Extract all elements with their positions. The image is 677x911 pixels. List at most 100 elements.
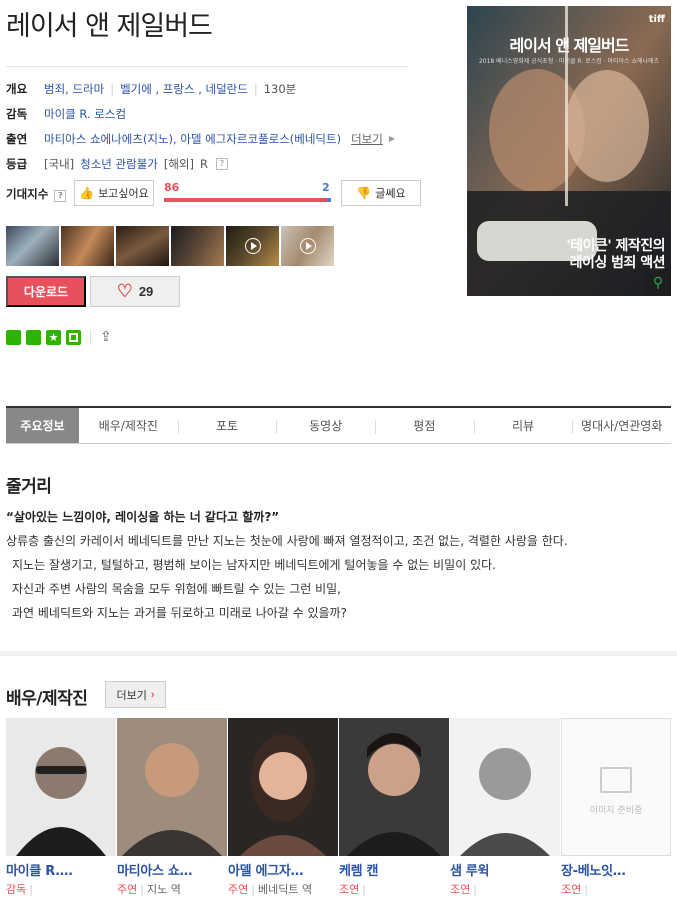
poster-tagline: '테이큰' 제작진의 레이싱 범죄 액션: [566, 238, 665, 271]
cafe-icon[interactable]: [26, 329, 41, 345]
genre-link[interactable]: 범죄, 드라마: [44, 81, 104, 97]
play-icon: [244, 238, 261, 254]
cast-photo[interactable]: [228, 718, 338, 856]
cast-role: 조연 |: [561, 883, 588, 896]
cast-photo[interactable]: [339, 718, 449, 856]
want-count: 86: [164, 181, 180, 194]
chevron-right-icon: ▶: [388, 134, 395, 143]
director-link[interactable]: 마이클 R. 로스컴: [44, 106, 126, 122]
still-thumbnail[interactable]: [6, 226, 59, 266]
video-thumbnail[interactable]: [226, 226, 279, 266]
synopsis-quote: “살아있는 느낌이야, 레이싱을 하는 너 같다고 할까?”: [6, 510, 280, 524]
tab-cast-crew[interactable]: 배우/제작진: [79, 408, 178, 443]
rating-domestic[interactable]: 청소년 관람불가: [80, 156, 158, 172]
info-rating: 등급 [국내] 청소년 관람불가 [해외] R ?: [6, 151, 426, 176]
still-thumbnail[interactable]: [116, 226, 169, 266]
synopsis-line: 과연 베네딕트와 지노는 과거를 뒤로하고 미래로 나아갈 수 있을까?: [12, 606, 347, 620]
synopsis-line: 자신과 주변 사람의 목숨을 모두 위험에 빠트릴 수 있는 그런 비밀,: [12, 582, 342, 596]
section-tabs: 주요정보 배우/제작진 포토 동영상 평점 리뷰 명대사/연관영화: [6, 406, 671, 444]
synopsis-line: 상류층 출신의 카레이서 베네딕트를 만난 지노는 첫눈에 사랑에 빠져 열정적…: [6, 534, 568, 548]
want-to-see-button[interactable]: 👍 보고싶어요: [74, 180, 154, 206]
section-divider: [0, 651, 677, 656]
not-sure-button[interactable]: 👎 글쎄요: [341, 180, 421, 206]
rating-foreign: R: [200, 156, 208, 171]
tab-quotes-related[interactable]: 명대사/연관영화: [572, 408, 671, 443]
blog-icon[interactable]: [6, 329, 21, 345]
chevron-right-icon: ›: [150, 688, 155, 701]
poster-title: 레이서 앤 제일버드: [509, 36, 630, 55]
help-icon[interactable]: ?: [216, 157, 228, 170]
share-bar: ★ ⇪: [6, 329, 112, 345]
cast-role: 감독 |: [6, 883, 33, 896]
synopsis-text: “살아있는 느낌이야, 레이싱을 하는 너 같다고 할까?” 상류층 출신의 카…: [6, 505, 671, 625]
still-thumbnail[interactable]: [171, 226, 224, 266]
expectation-bar-fill: [164, 198, 328, 202]
cast-item[interactable]: 아델 에그자… 주연 | 베네딕트 역: [228, 718, 338, 897]
poster-credits: 2018 베니스영화제 공식초청 · 마이클 R. 로스컴 · 마티아스 쇼에나…: [478, 58, 660, 65]
still-thumbnail[interactable]: [61, 226, 114, 266]
tab-main-info[interactable]: 주요정보: [6, 408, 79, 443]
like-count: 29: [138, 284, 154, 299]
cast-name[interactable]: 마이클 R.…: [6, 860, 116, 879]
country-link[interactable]: 벨기에 , 프랑스 , 네덜란드: [120, 81, 248, 97]
cast-heading: 배우/제작진: [6, 689, 88, 709]
star-icon[interactable]: ★: [46, 329, 61, 345]
synopsis-heading: 줄거리: [6, 477, 52, 497]
cast-name[interactable]: 아델 에그자…: [228, 860, 338, 879]
heart-icon: ♡: [116, 281, 133, 301]
rating-domestic-prefix: [국내]: [44, 156, 75, 171]
video-thumbnail[interactable]: [281, 226, 334, 266]
no-image-text: 이미지 준비중: [589, 806, 643, 816]
download-button[interactable]: 다운로드: [6, 276, 86, 307]
cast-role: 주연 | 베네딕트 역: [228, 883, 313, 896]
cast-name[interactable]: 샘 루윅: [450, 860, 560, 879]
info-director: 감독 마이클 R. 로스컴: [6, 101, 426, 126]
thumbs-down-icon: 👎: [356, 186, 372, 200]
help-icon[interactable]: ?: [54, 190, 67, 202]
thumbs-up-icon: 👍: [79, 186, 95, 200]
rating-foreign-prefix: [해외]: [163, 156, 194, 171]
cast-label: 출연: [6, 131, 28, 146]
tab-video[interactable]: 동영상: [276, 408, 375, 443]
tab-review[interactable]: 리뷰: [473, 408, 573, 443]
cast-name[interactable]: 케렘 캔: [339, 860, 449, 879]
cast-item[interactable]: 마이클 R.… 감독 |: [6, 718, 116, 897]
movie-info: 개요 범죄, 드라마 | 벨기에 , 프랑스 , 네덜란드 | 130분 감독 …: [6, 76, 426, 176]
poster-tiff-logo: tiff: [648, 14, 665, 25]
tab-photo[interactable]: 포토: [177, 408, 277, 443]
overview-label: 개요: [6, 81, 28, 96]
still-thumbnails: [6, 226, 334, 266]
cast-item[interactable]: 이미지 준비중 장-베노잇… 조연 |: [561, 718, 671, 897]
no-count: 2: [322, 181, 330, 194]
cast-more-link[interactable]: 더보기: [351, 131, 383, 147]
cast-more-button[interactable]: 더보기 ›: [105, 681, 166, 708]
zoom-icon[interactable]: ⚲: [645, 270, 671, 296]
director-label: 감독: [6, 106, 28, 121]
synopsis-line: 지노는 잘생기고, 털털하고, 평범해 보이는 남자지만 베네딕트에게 털어놓을…: [12, 558, 496, 572]
cast-list: 마이클 R.… 감독 | 마티아스 쇼… 주연 | 지노 역 아델 에그자… 주연 | 베…: [6, 718, 671, 897]
cast-role: 주연 | 지노 역: [117, 883, 181, 896]
cast-name[interactable]: 장-베노잇…: [561, 860, 671, 879]
like-button[interactable]: ♡ 29: [90, 276, 180, 307]
page-title: 레이서 앤 제일버드: [6, 11, 213, 42]
cast-role: 조연 |: [450, 883, 477, 896]
cast-item[interactable]: 케렘 캔 조연 |: [339, 718, 449, 897]
cast-photo[interactable]: [117, 718, 227, 856]
cast-role: 조연 |: [339, 883, 366, 896]
cast-photo-placeholder[interactable]: 이미지 준비중: [561, 718, 671, 856]
cast-photo[interactable]: [450, 718, 560, 856]
title-divider: [6, 66, 408, 67]
cast-name[interactable]: 마티아스 쇼…: [117, 860, 227, 879]
cast-photo[interactable]: [6, 718, 116, 856]
play-icon: [299, 238, 316, 254]
info-cast: 출연 마티아스 쇼에나에츠(지노), 아델 에그자르코풀로스(베네딕트) 더보기…: [6, 126, 426, 151]
cast-item[interactable]: 샘 루윅 조연 |: [450, 718, 560, 897]
tab-rating[interactable]: 평점: [375, 408, 474, 443]
movie-poster[interactable]: tiff 레이서 앤 제일버드 2018 베니스영화제 공식초청 · 마이클 R…: [467, 6, 671, 296]
cast-link[interactable]: 마티아스 쇼에나에츠(지노), 아델 에그자르코풀로스(베네딕트): [44, 131, 341, 147]
share-icon[interactable]: ⇪: [100, 329, 112, 345]
square-icon[interactable]: [66, 329, 81, 345]
expectation-widget: 기대지수 ? 👍 보고싶어요 86 2 👎 글쎄요: [6, 180, 426, 206]
cast-item[interactable]: 마티아스 쇼… 주연 | 지노 역: [117, 718, 227, 897]
rating-label: 등급: [6, 156, 28, 171]
